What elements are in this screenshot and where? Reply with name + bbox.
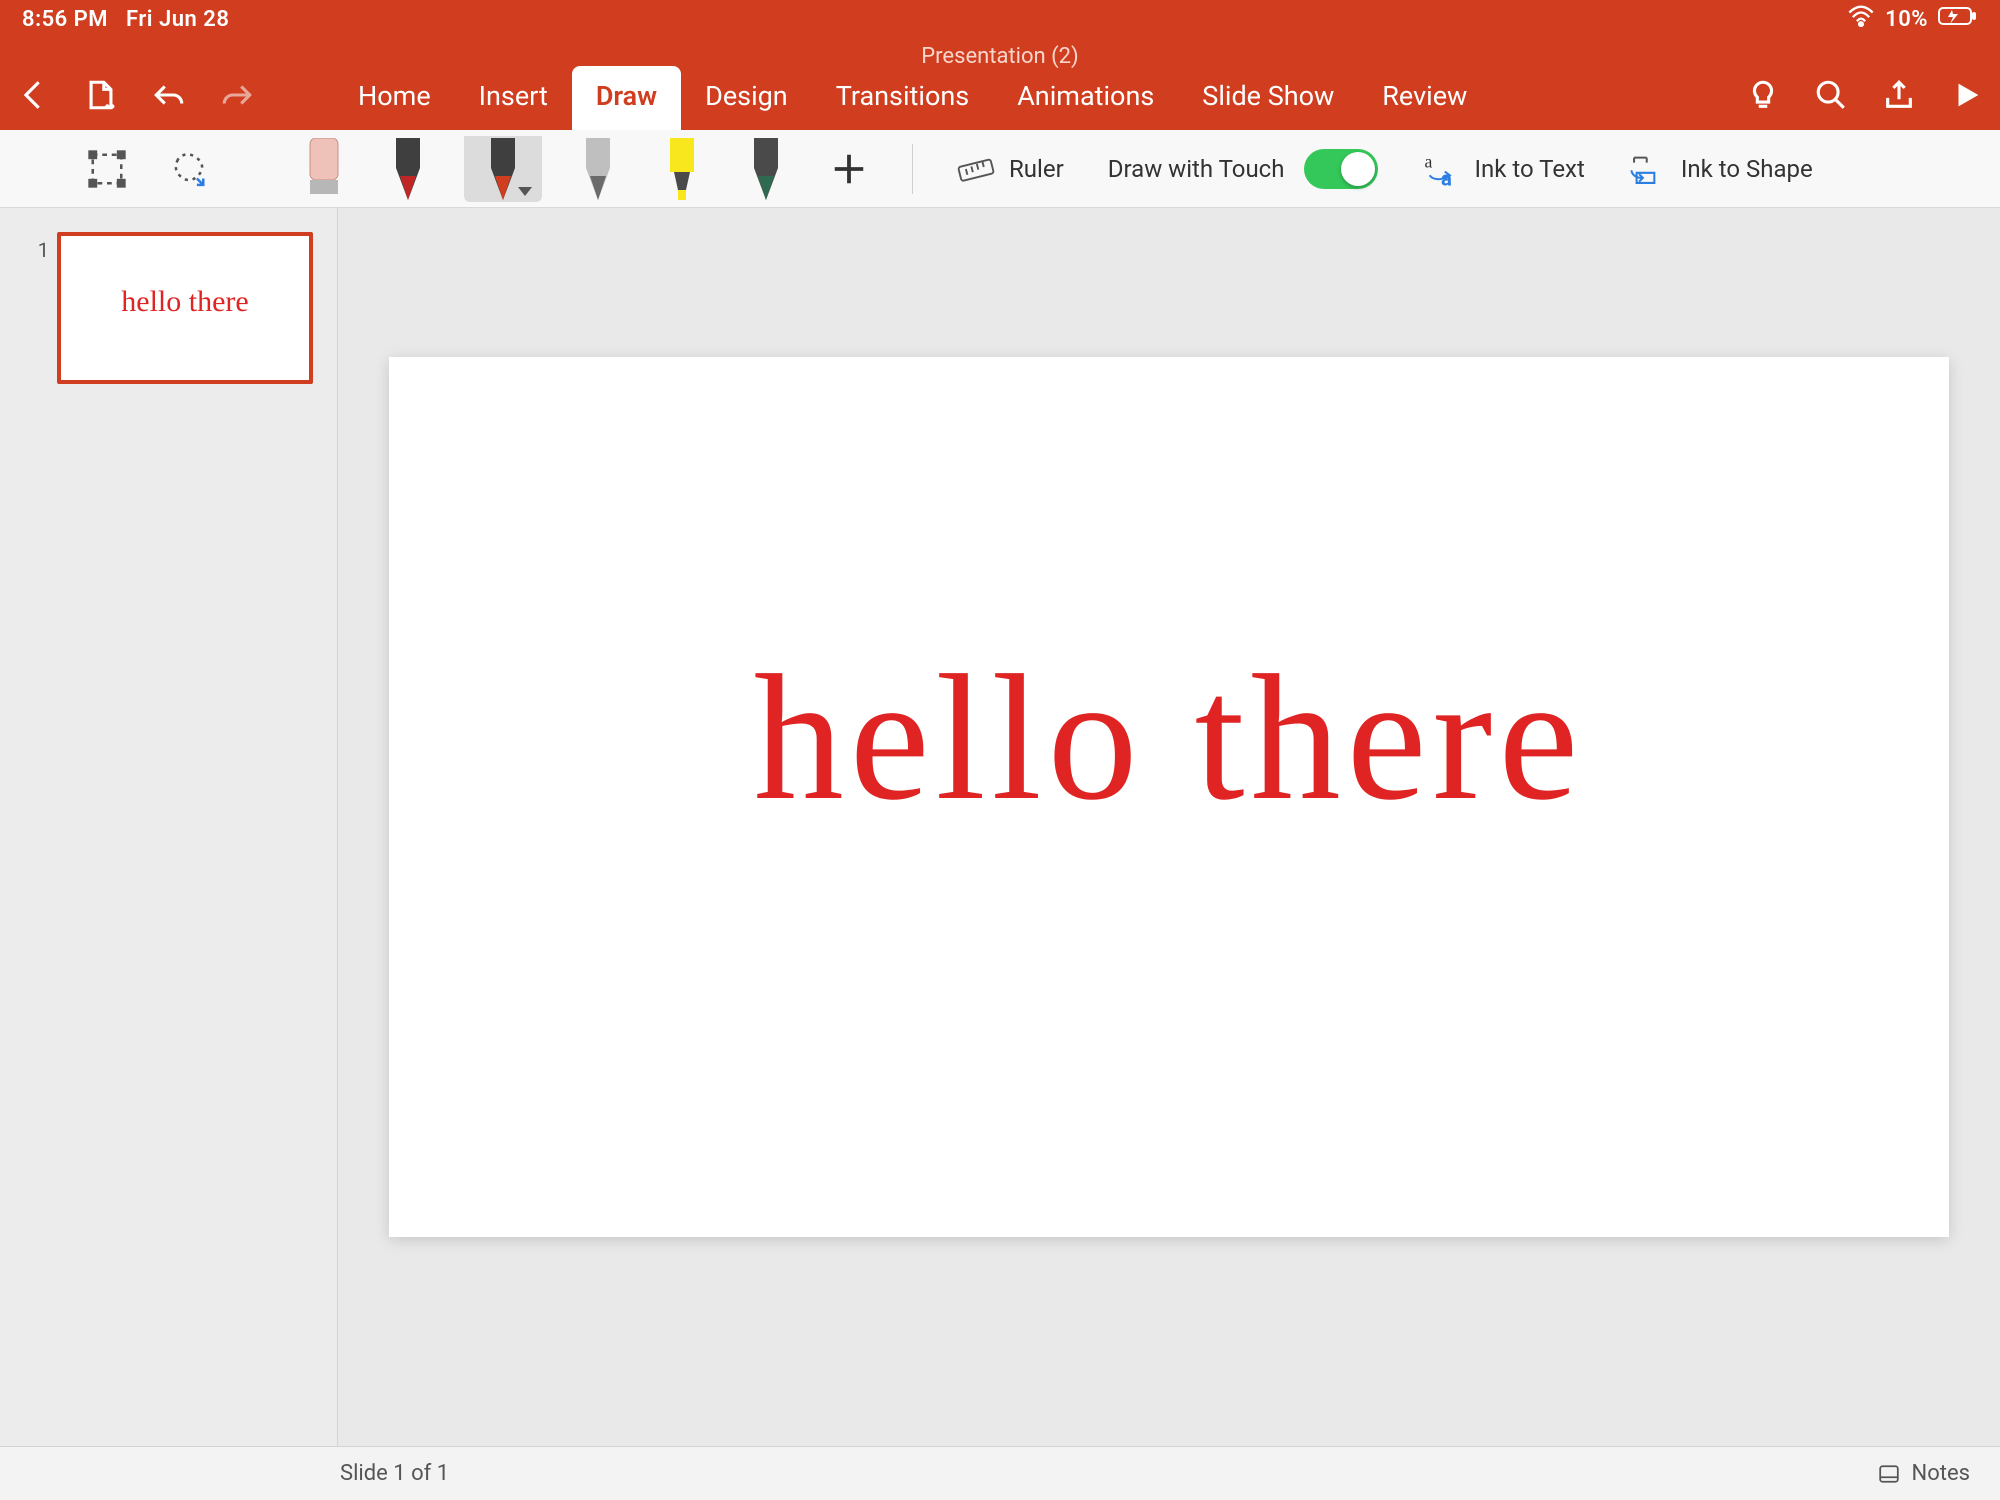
search-icon[interactable] [1814,78,1848,112]
separator [912,144,913,194]
app-header: Presentation (2) Home Insert Draw Design… [0,38,2000,130]
add-pen-button[interactable] [822,137,876,201]
ink-to-shape-label: Ink to Shape [1681,155,1813,183]
pen-red-selected[interactable] [464,136,542,202]
ios-status-bar: 8:56 PM Fri Jun 28 10% [0,0,2000,38]
slide-counter: Slide 1 of 1 [340,1461,449,1486]
battery-percent: 10% [1885,7,1928,32]
thumbnail-index: 1 [38,232,49,262]
slide-canvas-area: hello there [338,208,2000,1446]
notes-label: Notes [1912,1461,1970,1486]
tab-draw[interactable]: Draw [572,66,681,130]
document-title: Presentation (2) [921,44,1078,69]
pen-teal[interactable] [738,136,794,202]
slide-canvas[interactable]: hello there [389,357,1949,1237]
share-icon[interactable] [1882,78,1916,112]
status-footer: Slide 1 of 1 Notes [0,1446,2000,1500]
file-menu-icon[interactable] [84,78,118,112]
draw-touch-label: Draw with Touch [1108,155,1285,183]
back-icon[interactable] [16,78,50,112]
plus-icon [830,150,868,188]
tab-transitions[interactable]: Transitions [812,66,993,130]
draw-ribbon: Ruler Draw with Touch aa Ink to Text Ink… [0,130,2000,208]
battery-icon [1938,6,1978,32]
undo-icon[interactable] [152,78,186,112]
svg-text:a: a [1425,151,1433,171]
ink-to-text-label: Ink to Text [1474,155,1584,183]
lasso-icon [170,150,208,188]
lightbulb-icon[interactable] [1746,78,1780,112]
status-time: 8:56 PM [22,7,108,32]
status-date: Fri Jun 28 [126,7,229,32]
tab-animations[interactable]: Animations [993,66,1178,130]
tab-insert[interactable]: Insert [455,66,572,130]
ribbon-tabs: Home Insert Draw Design Transitions Anim… [334,38,1491,130]
redo-icon[interactable] [220,78,254,112]
select-icon [88,150,126,188]
tab-review[interactable]: Review [1358,66,1491,130]
ruler-icon [957,150,995,188]
ink-to-shape-icon [1629,150,1667,188]
ruler-tool[interactable]: Ruler [949,137,1072,201]
handwritten-ink: hello there [754,634,1585,841]
pen-red-dark[interactable] [380,136,436,202]
lasso-tool[interactable] [162,137,216,201]
eraser-tool[interactable] [296,136,352,202]
ink-to-text-button[interactable]: aa Ink to Text [1414,137,1592,201]
pencil-gray[interactable] [570,136,626,202]
slide-thumbnail-panel[interactable]: 1 hello there [0,208,338,1446]
tab-design[interactable]: Design [681,66,812,130]
ink-to-text-icon: aa [1422,150,1460,188]
wifi-icon [1847,5,1875,33]
tab-home[interactable]: Home [334,66,455,130]
svg-text:a: a [1441,166,1452,188]
thumbnail-ink-text: hello there [121,285,248,319]
ink-to-shape-button[interactable]: Ink to Shape [1621,137,1821,201]
notes-button[interactable]: Notes [1878,1461,1970,1486]
toggle-on-icon[interactable] [1304,149,1378,189]
draw-with-touch-toggle[interactable]: Draw with Touch [1100,137,1387,201]
tab-slide-show[interactable]: Slide Show [1178,66,1358,130]
ruler-label: Ruler [1009,155,1064,183]
workspace: 1 hello there hello there [0,208,2000,1446]
select-tool[interactable] [80,137,134,201]
slide-thumbnail-1[interactable]: hello there [57,232,313,384]
highlighter-yellow[interactable] [654,136,710,202]
play-icon[interactable] [1950,78,1984,112]
